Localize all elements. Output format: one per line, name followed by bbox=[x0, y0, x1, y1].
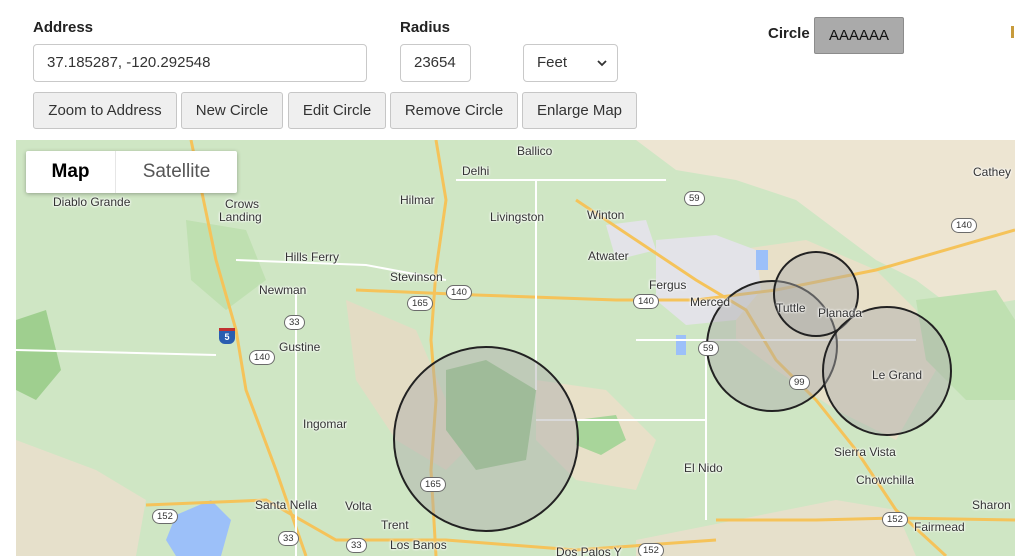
place-label: Los Banos bbox=[390, 538, 447, 552]
unit-select-value: Feet bbox=[537, 54, 568, 71]
interstate-shield: 5 bbox=[219, 328, 235, 344]
circle-color-picker[interactable]: AAAAAA bbox=[814, 17, 904, 54]
place-label: Diablo Grande bbox=[53, 195, 131, 209]
place-label: Atwater bbox=[588, 249, 629, 263]
place-label: Volta bbox=[345, 499, 372, 513]
place-label: Fairmead bbox=[914, 520, 965, 534]
map-type-map-button[interactable]: Map bbox=[26, 151, 116, 193]
place-label: Newman bbox=[259, 283, 307, 297]
route-shield: 59 bbox=[684, 191, 705, 206]
map-type-satellite-button[interactable]: Satellite bbox=[116, 151, 237, 193]
place-label: Le Grand bbox=[872, 368, 923, 382]
route-shield: 33 bbox=[284, 315, 305, 330]
place-label: Ballico bbox=[517, 144, 553, 158]
zoom-to-address-button[interactable]: Zoom to Address bbox=[33, 92, 177, 129]
circles-overlay bbox=[393, 251, 952, 532]
remove-circle-button[interactable]: Remove Circle bbox=[390, 92, 518, 129]
map-type-control: Map Satellite bbox=[26, 151, 237, 193]
route-shield: 140 bbox=[249, 350, 275, 365]
place-label: Dos Palos Y bbox=[556, 545, 622, 556]
route-shield: 33 bbox=[346, 538, 367, 553]
address-label: Address bbox=[33, 19, 94, 36]
place-label: Santa Nella bbox=[255, 498, 318, 512]
cropped-edge-element bbox=[1011, 26, 1014, 38]
place-label: Landing bbox=[219, 210, 262, 224]
place-label: Ingomar bbox=[303, 417, 348, 431]
radius-label: Radius bbox=[400, 19, 451, 36]
route-shield: 99 bbox=[789, 375, 810, 390]
unit-select[interactable]: Feet bbox=[523, 44, 618, 82]
place-label: Hilmar bbox=[400, 193, 435, 207]
place-label: Sharon bbox=[972, 498, 1011, 512]
place-label: Gustine bbox=[279, 340, 321, 354]
place-label: Merced bbox=[690, 295, 731, 309]
route-shield: 140 bbox=[446, 285, 472, 300]
cropped-header-text bbox=[320, 0, 570, 3]
route-shield: 140 bbox=[633, 294, 659, 309]
place-label: Sierra Vista bbox=[834, 445, 896, 459]
place-label: Stevinson bbox=[390, 270, 443, 284]
enlarge-map-button[interactable]: Enlarge Map bbox=[522, 92, 637, 129]
route-shield: 152 bbox=[638, 543, 664, 556]
edit-circle-button[interactable]: Edit Circle bbox=[288, 92, 386, 129]
place-label: Trent bbox=[381, 518, 409, 532]
route-shield: 140 bbox=[951, 218, 977, 233]
place-label: Delhi bbox=[462, 164, 490, 178]
radius-circle-1[interactable] bbox=[393, 346, 579, 532]
place-label: Fergus bbox=[649, 278, 687, 292]
place-label: El Nido bbox=[684, 461, 723, 475]
chevron-down-icon bbox=[597, 60, 607, 67]
radius-input[interactable]: 23654 bbox=[400, 44, 471, 82]
place-label: Chowchilla bbox=[856, 473, 915, 487]
route-shield: 165 bbox=[407, 296, 433, 311]
route-shield: 165 bbox=[420, 477, 446, 492]
place-label: Crows bbox=[225, 197, 260, 211]
route-shield: 152 bbox=[882, 512, 908, 527]
place-label: Planada bbox=[818, 306, 863, 320]
place-label: Winton bbox=[587, 208, 625, 222]
place-label: Tuttle bbox=[776, 301, 806, 315]
route-shield: 33 bbox=[278, 531, 299, 546]
route-shield: 152 bbox=[152, 509, 178, 524]
place-label: Hills Ferry bbox=[285, 250, 339, 264]
address-input[interactable]: 37.185287, -120.292548 bbox=[33, 44, 367, 82]
place-label: Cathey bbox=[973, 165, 1012, 179]
circle-label: Circle bbox=[768, 25, 810, 42]
place-label: Livingston bbox=[490, 210, 545, 224]
new-circle-button[interactable]: New Circle bbox=[181, 92, 283, 129]
route-shield: 59 bbox=[698, 341, 719, 356]
map-canvas[interactable]: Map Satellite Ballico Delhi Cathey Diabl… bbox=[16, 140, 1015, 556]
